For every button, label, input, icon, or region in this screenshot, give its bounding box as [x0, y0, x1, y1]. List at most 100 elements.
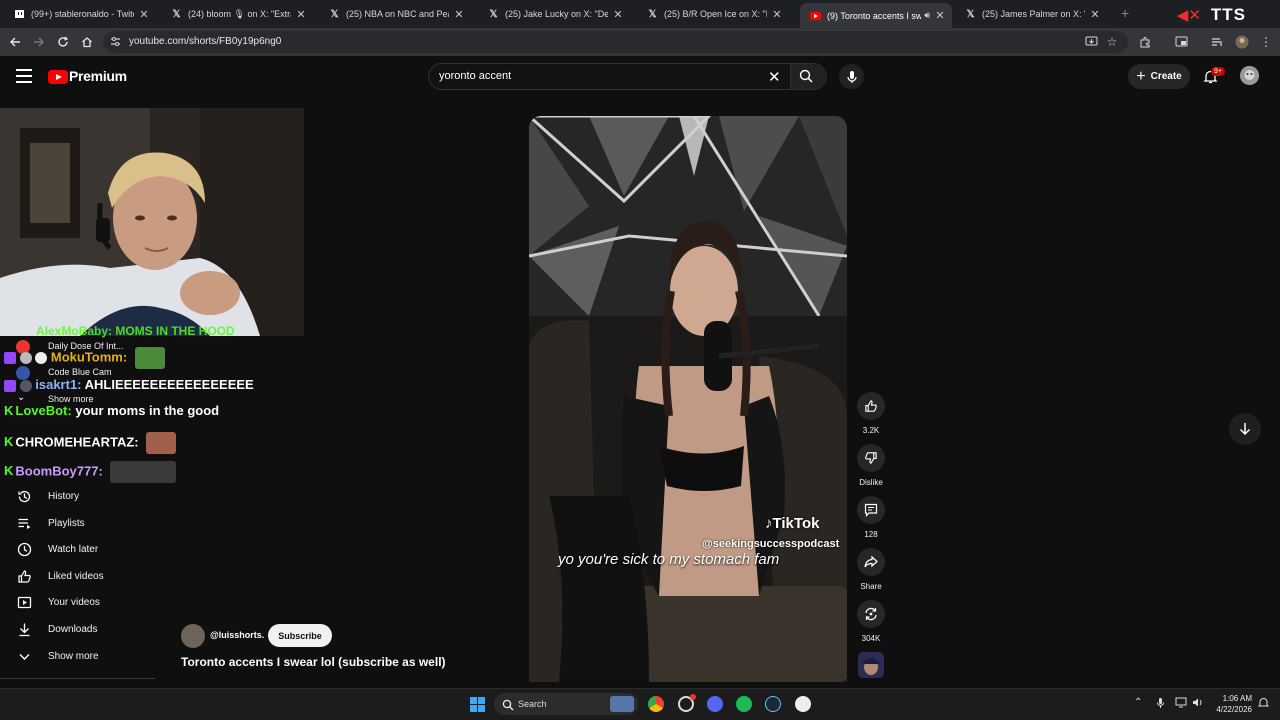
like-button[interactable]	[857, 392, 885, 420]
voice-search-button[interactable]	[839, 64, 864, 89]
tab-title: (25) Jake Lucky on X: "Devin Ne	[505, 9, 608, 19]
channel-name[interactable]: @luisshorts.	[210, 630, 264, 640]
share-button[interactable]	[857, 548, 885, 576]
pepe-emote-icon	[134, 347, 165, 369]
sidebar-item-liked-videos[interactable]: Liked videos	[0, 564, 150, 588]
close-icon[interactable]: ✕	[453, 8, 465, 21]
menu-kebab-icon[interactable]: ⋮	[1258, 34, 1274, 50]
clear-search-icon[interactable]: ✕	[768, 68, 781, 86]
sidebar-item-your-videos[interactable]: Your videos	[0, 590, 150, 614]
sidebar-item-show-more[interactable]: Show more	[0, 644, 150, 668]
spotify-icon[interactable]	[736, 696, 752, 712]
chat-username: LoveBot:	[15, 403, 72, 418]
remix-icon	[865, 607, 877, 621]
short-title[interactable]: Toronto accents I swear lol (subscribe a…	[181, 655, 446, 669]
sidebar-item-watch-later[interactable]: Watch later	[0, 537, 150, 561]
tab-x-bloom[interactable]: 𝕏 (24) bloom 🎙 on X: "ExtraEmily ✕	[161, 3, 313, 25]
install-app-icon[interactable]	[1083, 34, 1099, 50]
menu-icon[interactable]	[16, 69, 32, 83]
tab-youtube-active[interactable]: (9) Toronto accents I swear 🔊︎ ✕	[800, 3, 952, 28]
account-avatar[interactable]	[1240, 66, 1259, 85]
app-icon[interactable]	[795, 696, 811, 712]
create-label: Create	[1150, 71, 1182, 82]
sidebar-item-downloads[interactable]: Downloads	[0, 617, 150, 641]
extensions-icon[interactable]	[1137, 34, 1153, 50]
close-icon[interactable]: ✕	[295, 8, 307, 21]
back-icon[interactable]	[7, 34, 23, 50]
tray-chevron-up-icon[interactable]: ⌃	[1134, 697, 1142, 708]
bookmark-star-icon[interactable]: ☆	[1104, 34, 1120, 50]
close-icon[interactable]: ✕	[771, 8, 783, 21]
steam-icon[interactable]	[765, 696, 781, 712]
channel-avatar[interactable]	[181, 624, 205, 648]
chevron-down-icon: ⌄	[17, 392, 26, 403]
dislike-button[interactable]	[857, 444, 885, 472]
twitch-icon	[14, 9, 25, 20]
badge-icon	[19, 379, 32, 392]
skull-badge-icon	[35, 352, 48, 364]
short-video-player[interactable]	[529, 116, 847, 682]
youtube-logo-icon[interactable]	[48, 70, 68, 84]
sidebar-item-history[interactable]: History	[0, 484, 150, 508]
home-icon[interactable]	[79, 34, 95, 50]
youtube-icon	[810, 10, 821, 21]
streamer-webcam	[0, 108, 304, 336]
tab-title: (24) bloom 🎙 on X: "ExtraEmily	[188, 8, 291, 19]
sidebar-item-label: Your videos	[48, 596, 100, 608]
sidebar-item-playlists[interactable]: Playlists	[0, 511, 150, 535]
like-count: 3.2K	[862, 426, 880, 435]
tab-x-james-palmer[interactable]: 𝕏 (25) James Palmer on X: "A fan ✕	[955, 3, 1107, 25]
chrome-icon[interactable]	[648, 696, 664, 712]
windows-taskbar	[0, 688, 1280, 720]
cast-icon[interactable]	[1173, 34, 1189, 50]
search-icon	[502, 698, 514, 711]
youtube-premium-logo[interactable]: Premium	[69, 68, 127, 84]
sidebar-divider	[0, 678, 155, 679]
x-icon: 𝕏	[330, 8, 339, 20]
close-icon[interactable]: ✕	[612, 8, 624, 21]
liked-videos-icon	[16, 568, 32, 584]
discord-icon[interactable]	[707, 696, 723, 712]
tab-x-nba[interactable]: 𝕏 (25) NBA on NBC and Peacock ✕	[319, 3, 471, 25]
site-info-icon[interactable]	[110, 36, 122, 48]
dislike-label: Dislike	[859, 478, 883, 487]
network-icon[interactable]	[1175, 697, 1187, 711]
create-button[interactable]: + Create	[1128, 64, 1190, 89]
video-caption: yo you're sick to my stomach fam	[558, 551, 780, 568]
volume-icon[interactable]	[1192, 697, 1204, 711]
notification-center-icon[interactable]	[1257, 697, 1270, 712]
taskbar-clock[interactable]: 1:06 AM 4/22/2026	[1212, 693, 1252, 715]
kick-logo-icon: K	[4, 463, 14, 479]
forward-icon[interactable]	[31, 34, 47, 50]
remix-count: 304K	[861, 634, 881, 643]
windows-start-icon[interactable]	[470, 697, 485, 712]
close-icon[interactable]: ✕	[934, 9, 946, 22]
subscribe-button[interactable]: Subscribe	[268, 624, 332, 647]
remix-button[interactable]	[857, 600, 885, 628]
tab-twitch[interactable]: (99+) stableronaldo - Twitch ✕	[4, 3, 156, 25]
sound-thumbnail[interactable]	[858, 652, 884, 678]
chat-message: K BoomBoy777:	[4, 461, 177, 483]
tab-x-br-open-ice[interactable]: 𝕏 (25) B/R Open Ice on X: "MONT ✕	[637, 3, 789, 25]
chevron-down-icon	[16, 648, 32, 664]
playlists-icon	[16, 515, 32, 531]
new-tab-icon[interactable]: +	[1121, 5, 1129, 21]
speaker-icon[interactable]: 🔊︎	[924, 10, 930, 21]
reload-icon[interactable]	[55, 34, 71, 50]
profile-avatar-icon[interactable]	[1234, 34, 1250, 50]
next-short-button[interactable]	[1229, 413, 1261, 445]
close-icon[interactable]: ✕	[1089, 8, 1101, 21]
notification-dot-icon	[690, 694, 696, 700]
media-controls-icon[interactable]	[1209, 34, 1225, 50]
badge-icon	[19, 352, 32, 364]
microphone-icon[interactable]	[1156, 697, 1165, 712]
search-input[interactable]: yoronto accent	[439, 70, 511, 82]
close-icon[interactable]: ✕	[138, 8, 150, 21]
url-text[interactable]: youtube.com/shorts/FB0y19p6ng0	[129, 36, 281, 47]
share-icon	[864, 555, 878, 568]
notification-count-badge: 9+	[1211, 67, 1225, 76]
comments-button[interactable]	[857, 496, 885, 524]
your-videos-icon	[16, 594, 32, 610]
search-icon[interactable]	[799, 69, 813, 83]
tab-x-jake-lucky[interactable]: 𝕏 (25) Jake Lucky on X: "Devin Ne ✕	[478, 3, 630, 25]
